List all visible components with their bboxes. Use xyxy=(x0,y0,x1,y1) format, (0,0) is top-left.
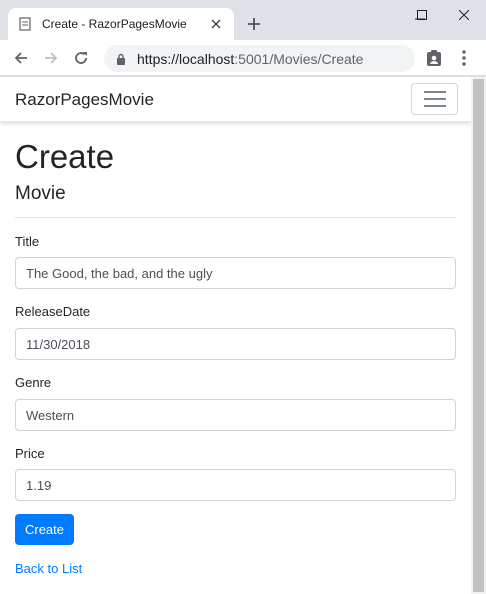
price-field[interactable]: 1.19 xyxy=(15,469,456,501)
url-path: :5001/Movies/Create xyxy=(234,50,364,67)
profile-badge-icon[interactable] xyxy=(424,48,444,68)
page-icon xyxy=(18,17,32,31)
new-tab-icon[interactable] xyxy=(244,14,264,34)
page-viewport: RazorPagesMovie Create Movie Title The G… xyxy=(0,77,471,594)
more-menu-icon[interactable] xyxy=(456,48,472,68)
back-arrow-icon[interactable] xyxy=(9,46,33,70)
url-host: https://localhost xyxy=(137,50,235,67)
release-date-field[interactable]: 11/30/2018 xyxy=(15,328,456,360)
price-label: Price xyxy=(15,446,45,461)
divider xyxy=(15,217,456,218)
close-tab-icon[interactable] xyxy=(208,16,224,32)
back-to-list-link[interactable]: Back to List xyxy=(15,561,82,576)
genre-field[interactable]: Western xyxy=(15,399,456,431)
lock-icon[interactable] xyxy=(116,53,128,65)
create-button[interactable]: Create xyxy=(15,514,74,545)
title-field[interactable]: The Good, the bad, and the ugly xyxy=(15,257,456,289)
tab-title: Create - RazorPagesMovie xyxy=(42,17,187,31)
forward-arrow-icon[interactable] xyxy=(39,46,63,70)
reload-icon[interactable] xyxy=(69,46,93,70)
scrollbar-thumb[interactable] xyxy=(473,79,484,592)
site-brand[interactable]: RazorPagesMovie xyxy=(15,90,154,110)
maximize-icon[interactable] xyxy=(400,0,444,30)
entity-subtitle: Movie xyxy=(15,183,66,204)
vertical-scrollbar[interactable] xyxy=(471,77,486,594)
address-bar[interactable]: https://localhost:5001/Movies/Create xyxy=(104,45,415,72)
genre-label: Genre xyxy=(15,375,52,390)
page-title: Create xyxy=(15,138,115,175)
release-date-label: ReleaseDate xyxy=(15,304,91,319)
hamburger-menu-icon[interactable] xyxy=(411,83,458,115)
tab-strip: Create - RazorPagesMovie xyxy=(0,0,486,40)
browser-tab[interactable]: Create - RazorPagesMovie xyxy=(8,8,234,40)
site-navbar: RazorPagesMovie xyxy=(0,77,471,122)
close-window-icon[interactable] xyxy=(442,0,486,30)
title-label: Title xyxy=(15,234,40,249)
browser-toolbar: https://localhost:5001/Movies/Create xyxy=(0,40,486,76)
